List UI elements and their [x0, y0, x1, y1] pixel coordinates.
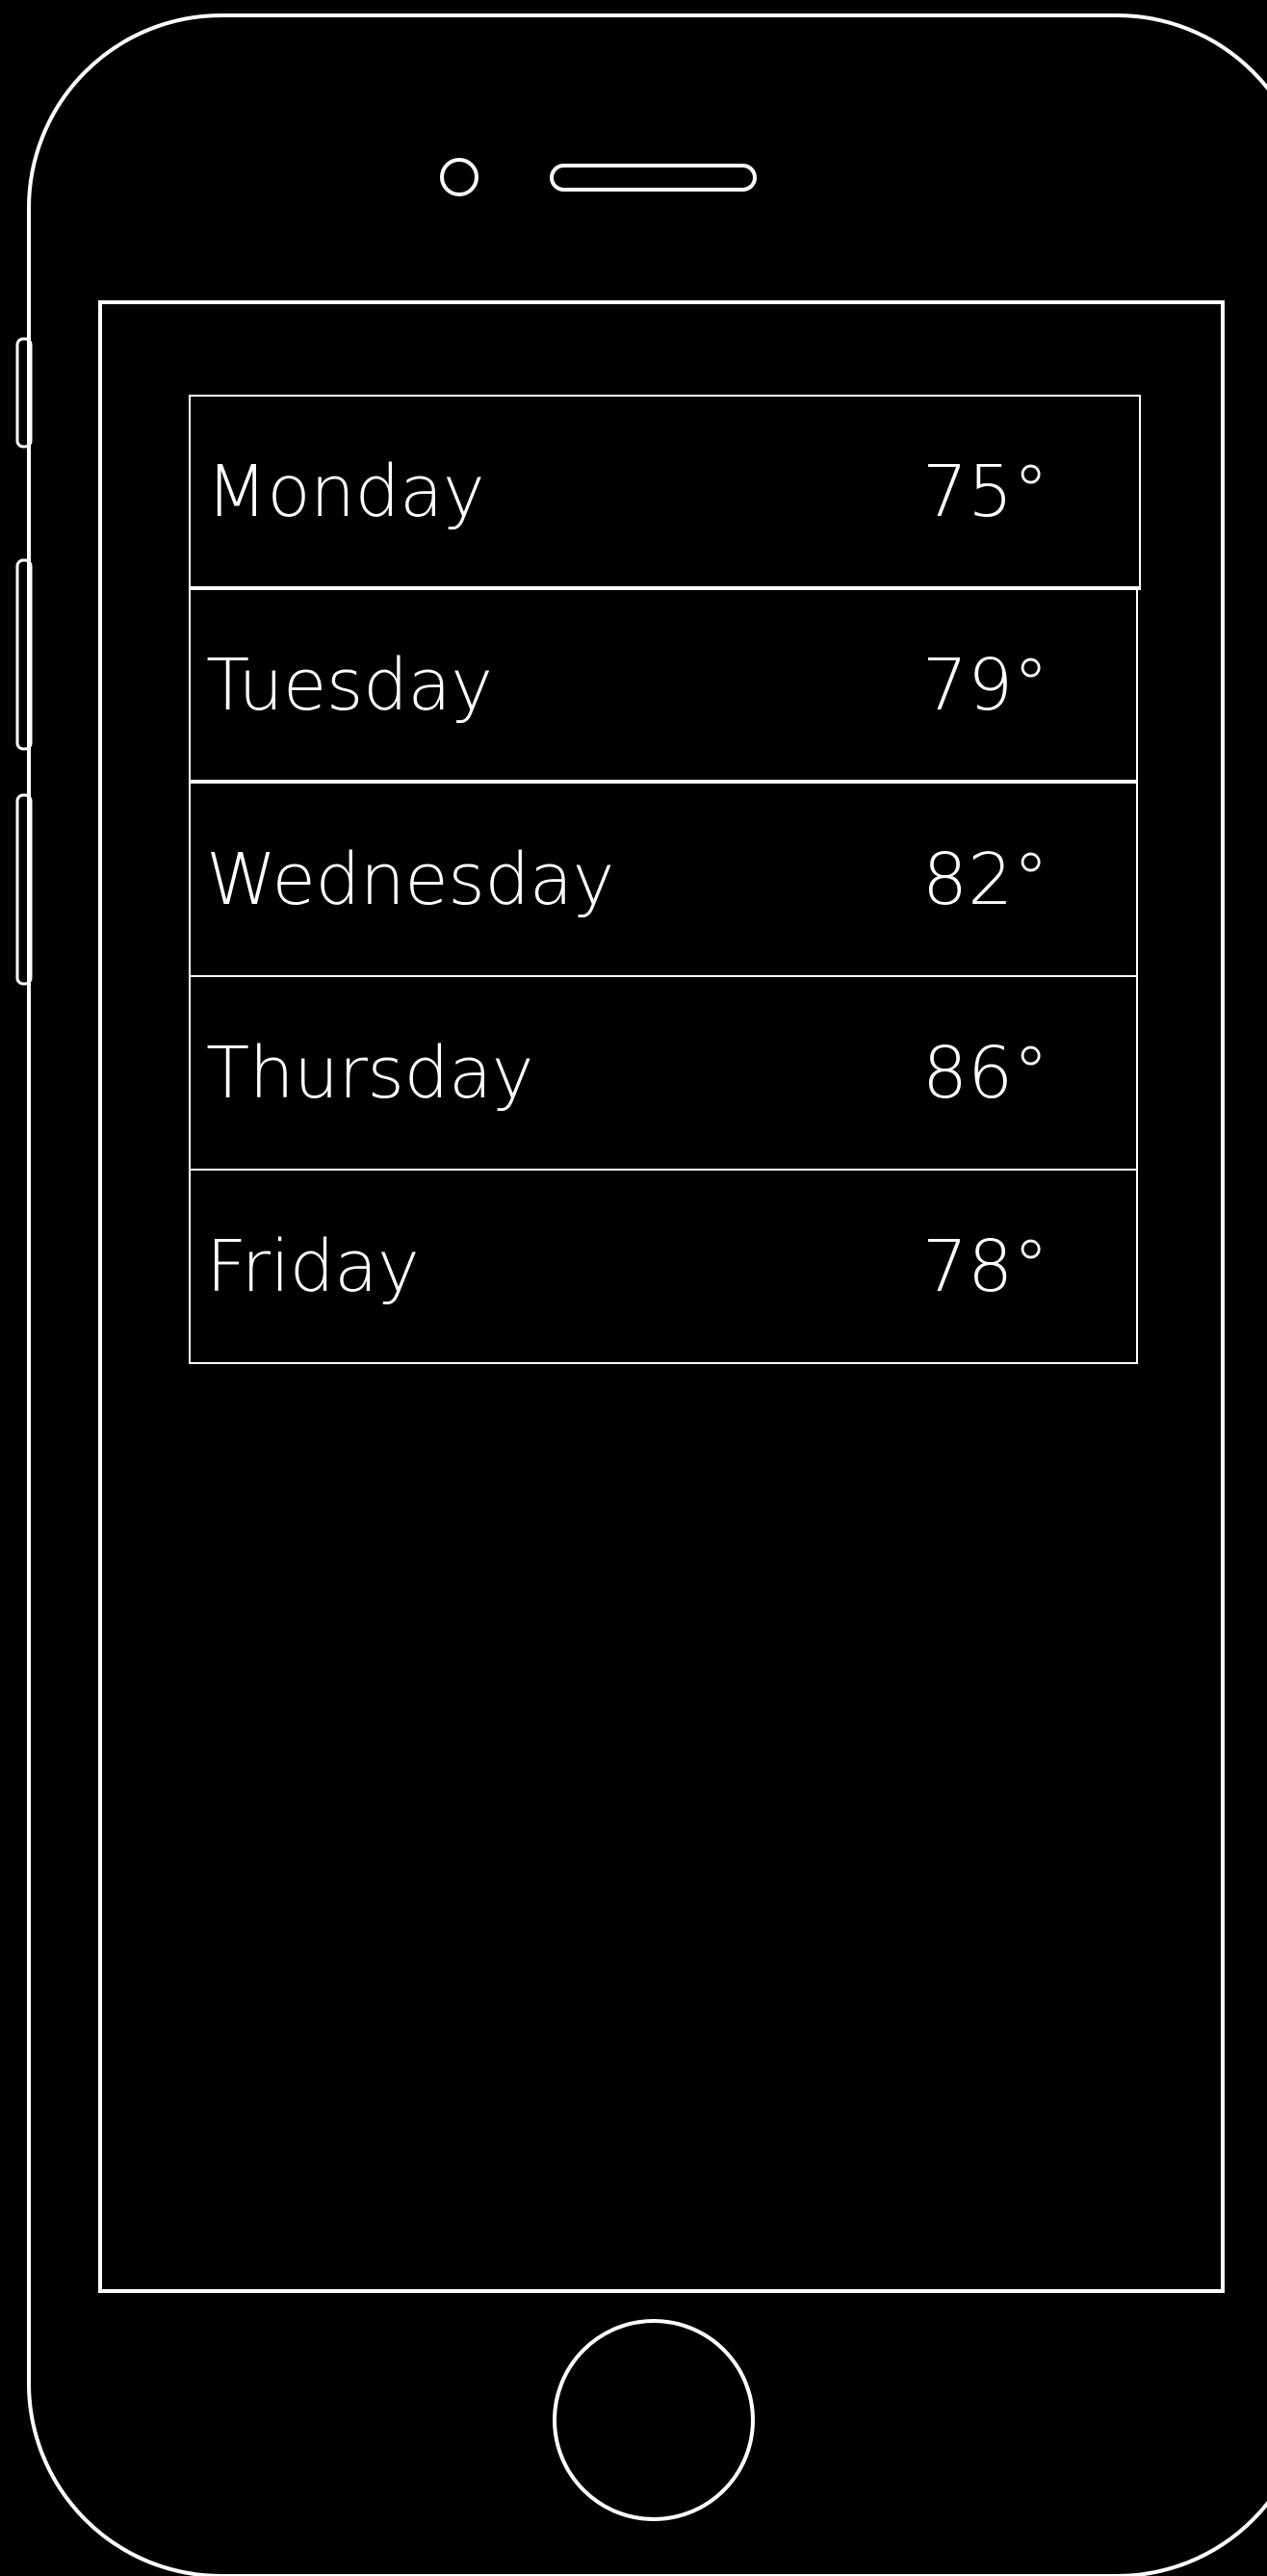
- list-item[interactable]: Tuesday 79°: [189, 588, 1138, 784]
- phone-mockup-stage: Monday 75° Tuesday 79° Wednesday 82° Thu…: [0, 0, 1267, 2576]
- temperature: 86°: [922, 1031, 1049, 1115]
- forecast-list: Monday 75° Tuesday 79° Wednesday 82° Thu…: [189, 395, 1141, 1364]
- speaker-grille-icon: [550, 164, 757, 192]
- day-name: Friday: [206, 1224, 420, 1308]
- temperature: 78°: [922, 1224, 1049, 1308]
- day-name: Thursday: [206, 1031, 534, 1115]
- front-camera-icon: [440, 158, 478, 196]
- list-item[interactable]: Thursday 86°: [189, 975, 1138, 1171]
- list-item[interactable]: Friday 78°: [189, 1169, 1138, 1364]
- day-name: Monday: [206, 450, 485, 533]
- day-name: Wednesday: [206, 837, 614, 921]
- home-button-icon[interactable]: [553, 2319, 755, 2521]
- list-item[interactable]: Wednesday 82°: [189, 782, 1138, 977]
- day-name: Tuesday: [206, 643, 493, 727]
- temperature: 79°: [922, 643, 1049, 727]
- temperature: 82°: [922, 837, 1049, 921]
- list-item[interactable]: Monday 75°: [189, 395, 1141, 590]
- temperature: 75°: [922, 450, 1049, 533]
